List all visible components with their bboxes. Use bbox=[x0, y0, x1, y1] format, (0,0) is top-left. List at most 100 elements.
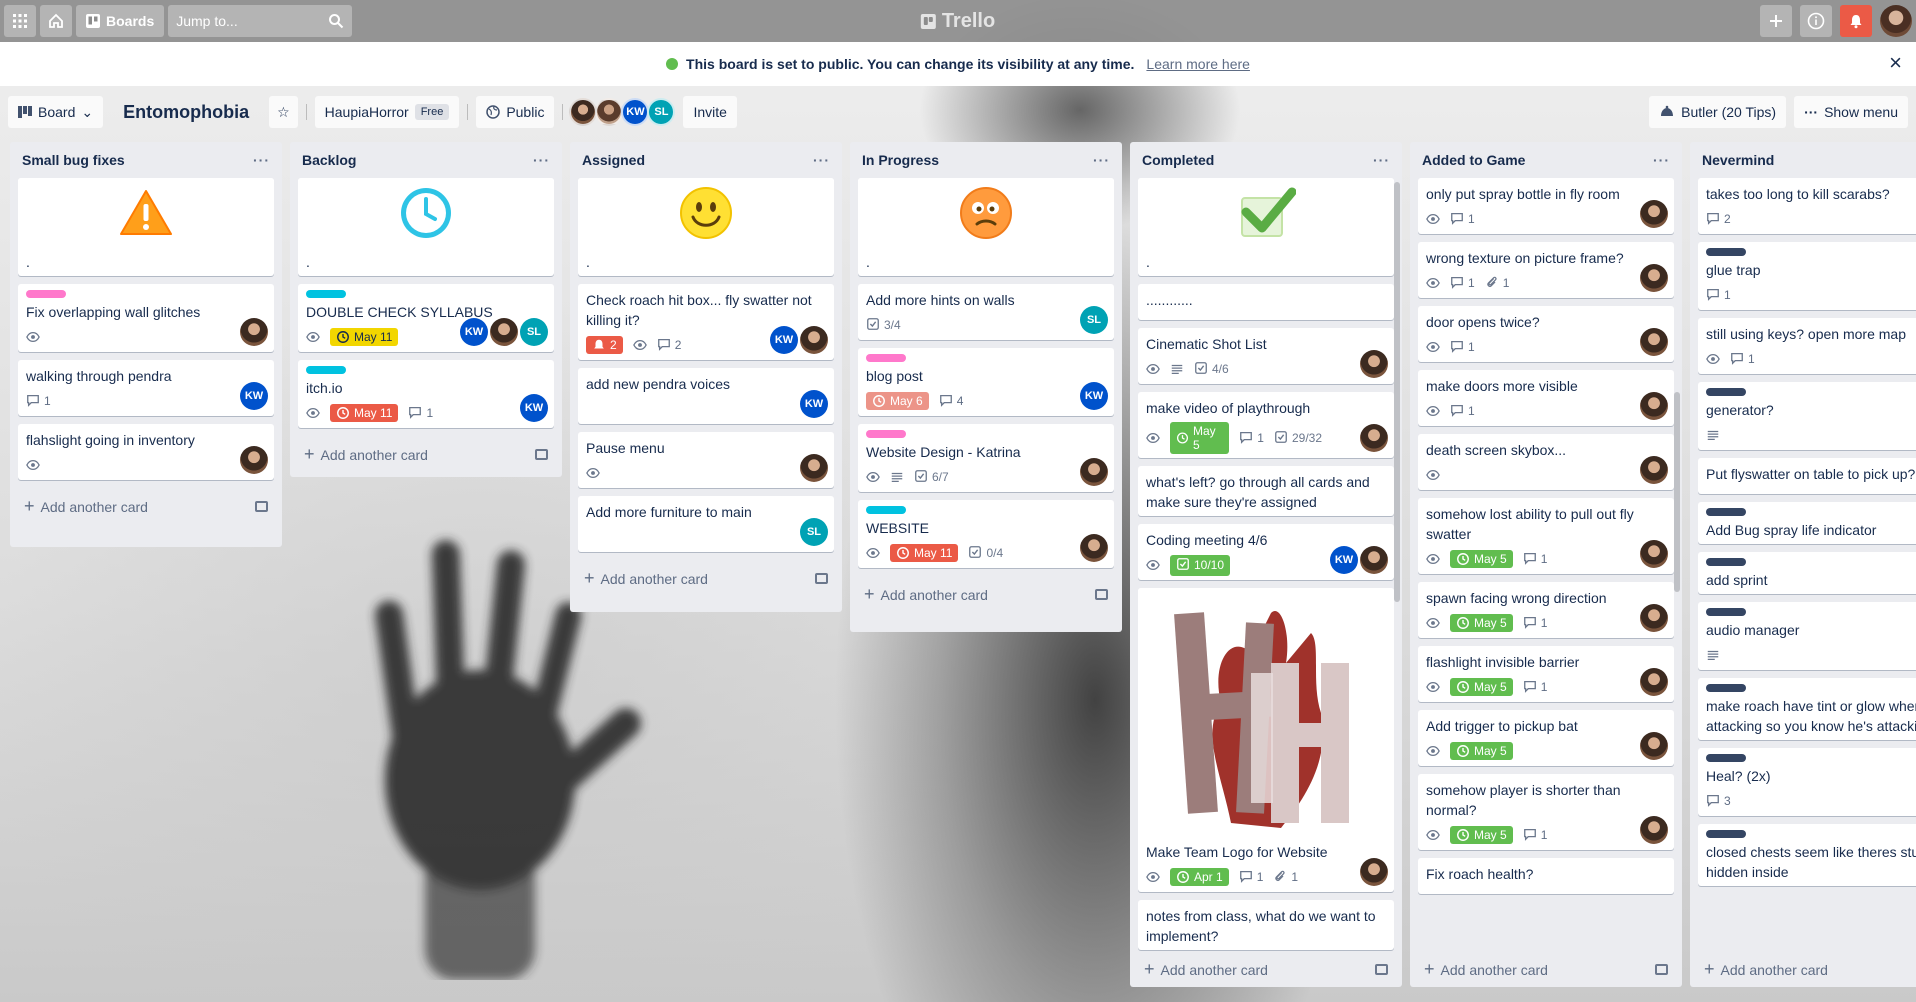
list-menu-icon[interactable]: ··· bbox=[1653, 152, 1670, 168]
team-button[interactable]: HaupiaHorror Free bbox=[314, 96, 460, 128]
card-label[interactable] bbox=[1706, 558, 1746, 566]
card-label[interactable] bbox=[1706, 248, 1746, 256]
card-member-avatar[interactable]: SL bbox=[1080, 306, 1108, 334]
jump-to-search-input[interactable]: Jump to... bbox=[168, 5, 353, 37]
card-member-avatar[interactable]: KW bbox=[770, 326, 798, 354]
visibility-button[interactable]: Public bbox=[476, 96, 555, 128]
card-label[interactable] bbox=[26, 290, 66, 298]
due-date-badge[interactable]: May 5 bbox=[1450, 550, 1513, 568]
list-title[interactable]: Added to Game bbox=[1422, 152, 1525, 168]
card-template-icon[interactable] bbox=[1095, 588, 1108, 600]
card-template-icon[interactable] bbox=[1375, 963, 1388, 975]
card[interactable]: flahslight going in inventory bbox=[18, 424, 274, 480]
card-label[interactable] bbox=[306, 290, 346, 298]
card-member-avatar[interactable]: KW bbox=[1330, 546, 1358, 574]
list-title[interactable]: In Progress bbox=[862, 152, 939, 168]
card[interactable]: still using keys? open more map 1 bbox=[1698, 318, 1916, 374]
card-member-avatar[interactable]: KW bbox=[1080, 382, 1108, 410]
card[interactable]: Add Bug spray life indicator bbox=[1698, 502, 1916, 544]
card[interactable]: closed chests seem like theres stuff hid… bbox=[1698, 824, 1916, 886]
card-member-avatar[interactable] bbox=[1640, 264, 1668, 292]
list-header[interactable]: Nevermind··· bbox=[1698, 142, 1916, 178]
card-member-avatar[interactable] bbox=[1640, 668, 1668, 696]
due-date-badge[interactable]: May 5 bbox=[1450, 614, 1513, 632]
add-card-button[interactable]: + Add another card bbox=[578, 560, 834, 596]
card-member-avatar[interactable] bbox=[1640, 540, 1668, 568]
card[interactable]: takes too long to kill scarabs? 2 bbox=[1698, 178, 1916, 234]
card-template-icon[interactable] bbox=[535, 448, 548, 460]
due-date-badge[interactable]: May 11 bbox=[330, 328, 399, 346]
card[interactable]: Website Design - Katrina 6/7 bbox=[858, 424, 1114, 492]
member-avatar[interactable] bbox=[595, 98, 624, 126]
board-view-switcher[interactable]: Board ⌄ bbox=[8, 96, 104, 128]
card[interactable]: Check roach hit box... fly swatter not k… bbox=[578, 284, 834, 360]
card[interactable]: itch.io May 11 1 KW bbox=[298, 360, 554, 428]
card[interactable]: spawn facing wrong direction May 5 1 bbox=[1418, 582, 1674, 638]
add-card-button[interactable]: + Add another card bbox=[298, 436, 554, 472]
card-member-avatar[interactable] bbox=[1360, 424, 1388, 452]
add-card-button[interactable]: + Add another card bbox=[858, 576, 1114, 612]
card-member-avatar[interactable] bbox=[1360, 546, 1388, 574]
card-label[interactable] bbox=[1706, 830, 1746, 838]
card-label[interactable] bbox=[1706, 508, 1746, 516]
list-menu-icon[interactable]: ··· bbox=[813, 152, 830, 168]
card[interactable]: DOUBLE CHECK SYLLABUS May 11 KW SL bbox=[298, 284, 554, 352]
list-header[interactable]: In Progress ··· bbox=[858, 142, 1114, 178]
card-member-avatar[interactable]: SL bbox=[800, 518, 828, 546]
due-date-badge[interactable]: May 6 bbox=[866, 392, 929, 410]
card[interactable]: Make Team Logo for Website Apr 1 1 1 bbox=[1138, 588, 1394, 892]
list-title[interactable]: Nevermind bbox=[1702, 152, 1774, 168]
card[interactable]: Fix roach health? bbox=[1418, 858, 1674, 894]
card-member-avatar[interactable] bbox=[1640, 392, 1668, 420]
due-date-badge[interactable]: May 5 bbox=[1450, 678, 1513, 696]
card[interactable]: . bbox=[858, 178, 1114, 276]
list-title[interactable]: Backlog bbox=[302, 152, 356, 168]
card[interactable]: . bbox=[1138, 178, 1394, 276]
close-icon[interactable]: × bbox=[1889, 52, 1902, 74]
card-label[interactable] bbox=[866, 506, 906, 514]
card-member-avatar[interactable] bbox=[240, 318, 268, 346]
card[interactable]: Add more furniture to main SL bbox=[578, 496, 834, 552]
card-template-icon[interactable] bbox=[815, 572, 828, 584]
card[interactable]: door opens twice? 1 bbox=[1418, 306, 1674, 362]
card[interactable]: generator? bbox=[1698, 382, 1916, 450]
trello-logo[interactable]: Trello bbox=[920, 10, 995, 33]
list-menu-icon[interactable]: ··· bbox=[1373, 152, 1390, 168]
list-menu-icon[interactable]: ··· bbox=[533, 152, 550, 168]
list-scrollbar[interactable] bbox=[1674, 392, 1680, 592]
due-date-badge[interactable]: May 11 bbox=[330, 404, 399, 422]
card[interactable]: wrong texture on picture frame? 1 1 bbox=[1418, 242, 1674, 298]
card[interactable]: . bbox=[18, 178, 274, 276]
member-avatar[interactable]: KW bbox=[621, 98, 650, 126]
due-date-badge[interactable]: May 5 bbox=[1450, 742, 1513, 760]
card-member-avatar[interactable] bbox=[800, 326, 828, 354]
card[interactable]: make roach have tint or glow when attack… bbox=[1698, 678, 1916, 740]
card-label[interactable] bbox=[1706, 608, 1746, 616]
card-label[interactable] bbox=[1706, 684, 1746, 692]
card[interactable]: only put spray bottle in fly room 1 bbox=[1418, 178, 1674, 234]
card-member-avatar[interactable] bbox=[1080, 458, 1108, 486]
card[interactable]: WEBSITE May 11 0/4 bbox=[858, 500, 1114, 568]
card[interactable]: add sprint bbox=[1698, 552, 1916, 594]
list-title[interactable]: Assigned bbox=[582, 152, 645, 168]
butler-button[interactable]: Butler (20 Tips) bbox=[1649, 96, 1787, 128]
card-member-avatar[interactable]: KW bbox=[520, 394, 548, 422]
member-avatar[interactable]: SL bbox=[647, 98, 676, 126]
card[interactable]: somehow player is shorter than normal? Ma… bbox=[1418, 774, 1674, 850]
card[interactable]: Cinematic Shot List 4/6 bbox=[1138, 328, 1394, 384]
card[interactable]: make video of playthrough May 5 1 29/32 bbox=[1138, 392, 1394, 458]
card-member-avatar[interactable]: KW bbox=[800, 390, 828, 418]
card[interactable]: audio manager bbox=[1698, 602, 1916, 670]
card-member-avatar[interactable]: KW bbox=[460, 318, 488, 346]
add-card-button[interactable]: + Add another card bbox=[18, 488, 274, 524]
card-member-avatar[interactable] bbox=[800, 454, 828, 482]
card-member-avatar[interactable] bbox=[1640, 816, 1668, 844]
card-member-avatar[interactable] bbox=[1640, 328, 1668, 356]
card[interactable]: blog post May 6 4 KW bbox=[858, 348, 1114, 416]
card-member-avatar[interactable] bbox=[1080, 534, 1108, 562]
list-title[interactable]: Completed bbox=[1142, 152, 1214, 168]
card-template-icon[interactable] bbox=[255, 500, 268, 512]
card[interactable]: Put flyswatter on table to pick up? bbox=[1698, 458, 1916, 494]
due-date-badge[interactable]: May 11 bbox=[890, 544, 959, 562]
board-title[interactable]: Entomophobia bbox=[111, 102, 261, 123]
